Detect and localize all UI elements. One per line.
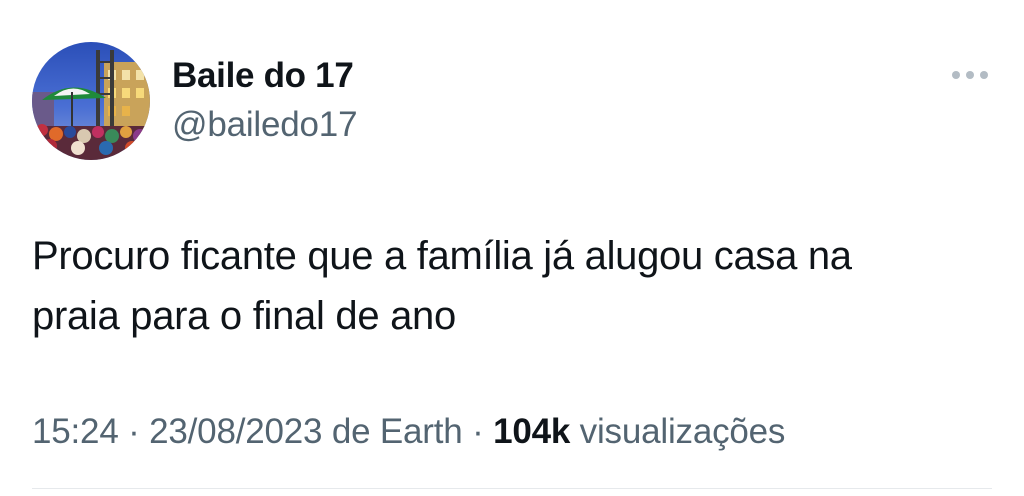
more-horizontal-icon (952, 71, 960, 79)
author-name[interactable]: Baile do 17 (172, 56, 354, 96)
author-avatar[interactable] (32, 42, 150, 160)
divider (32, 488, 992, 489)
author-handle[interactable]: @bailedo17 (172, 105, 358, 145)
meta-separator: · (128, 412, 140, 451)
tweet-text-line-1: Procuro ficante que a família já alugou … (32, 234, 852, 278)
more-horizontal-icon-dot (966, 71, 974, 79)
meta-separator: · (472, 412, 484, 451)
more-horizontal-icon-dot (980, 71, 988, 79)
tweet-card: Baile do 17 @bailedo17 Procuro ficante q… (0, 0, 1024, 496)
more-options-button[interactable] (944, 58, 996, 92)
tweet-date[interactable]: 23/08/2023 (149, 412, 322, 451)
views-label[interactable]: visualizações (580, 412, 786, 451)
tweet-text-line-2: praia para o final de ano (32, 294, 456, 338)
tweet-text: Procuro ficante que a família já alugou … (32, 226, 992, 346)
tweet-meta: 15:24 · 23/08/2023 de Earth · 104k visua… (32, 412, 785, 452)
views-count[interactable]: 104k (493, 412, 570, 451)
party-crowd-avatar-icon (32, 42, 150, 160)
tweet-time[interactable]: 15:24 (32, 412, 119, 451)
tweet-source: de Earth (331, 412, 463, 451)
